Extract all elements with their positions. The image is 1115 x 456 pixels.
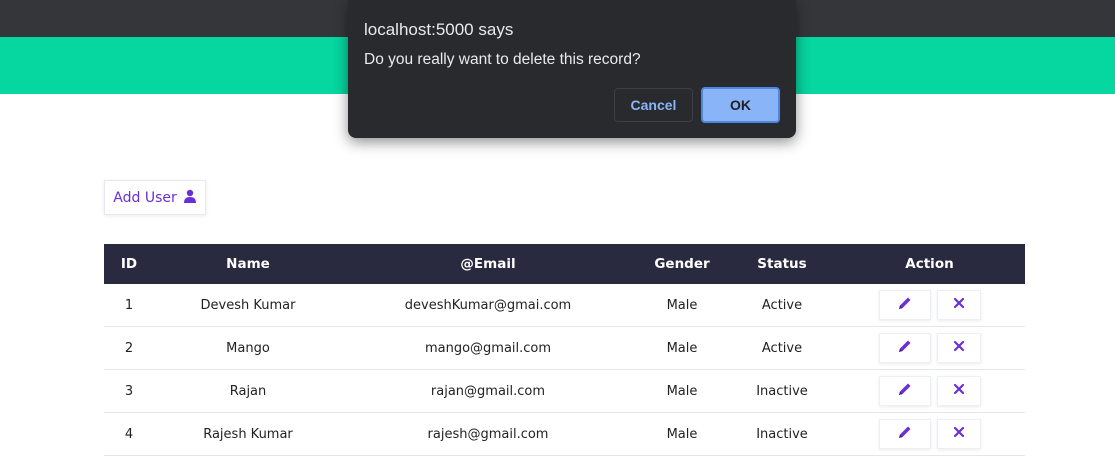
- column-header-name: Name: [226, 256, 270, 272]
- user-icon: [183, 189, 197, 207]
- users-table: ID Name @Email Gender Status Action 1 De…: [104, 244, 1025, 456]
- cell-status: Inactive: [730, 369, 834, 413]
- pencil-icon: [897, 338, 913, 358]
- cell-status: Active: [730, 284, 834, 327]
- cell-action: [834, 326, 1025, 370]
- cell-action: [834, 369, 1025, 413]
- cell-status: Inactive: [730, 412, 834, 456]
- cell-email: mango@gmail.com: [342, 326, 634, 370]
- cell-email: deveshKumar@gmai.com: [342, 284, 634, 327]
- table-header-row: ID Name @Email Gender Status Action: [104, 244, 1025, 284]
- cell-name: Devesh Kumar: [154, 284, 342, 327]
- cancel-button[interactable]: Cancel: [614, 88, 693, 122]
- close-icon: [951, 381, 967, 401]
- ok-button[interactable]: OK: [701, 87, 780, 123]
- table-row: 2 Mango mango@gmail.com Male Active: [104, 326, 1025, 370]
- cell-name: Rajan: [154, 369, 342, 413]
- add-user-label: Add User: [113, 189, 177, 206]
- edit-button[interactable]: [878, 290, 931, 320]
- cell-gender: Male: [634, 326, 730, 370]
- table-row: 4 Rajesh Kumar rajesh@gmail.com Male Ina…: [104, 412, 1025, 456]
- edit-button[interactable]: [878, 376, 931, 406]
- edit-button[interactable]: [878, 419, 931, 449]
- edit-button[interactable]: [878, 333, 931, 363]
- dialog-title: localhost:5000 says: [364, 20, 514, 39]
- column-header-action: Action: [905, 256, 954, 272]
- cell-action: [834, 412, 1025, 456]
- table-row: 3 Rajan rajan@gmail.com Male Inactive: [104, 369, 1025, 413]
- add-user-button[interactable]: Add User: [104, 180, 206, 215]
- delete-button[interactable]: [936, 376, 981, 406]
- cell-status: Active: [730, 326, 834, 370]
- cell-id: 3: [104, 369, 154, 413]
- cell-gender: Male: [634, 284, 730, 327]
- close-icon: [951, 424, 967, 444]
- cell-name: Mango: [154, 326, 342, 370]
- delete-button[interactable]: [936, 290, 981, 320]
- column-header-status: Status: [757, 256, 807, 272]
- column-header-email: @Email: [460, 256, 516, 272]
- confirm-dialog: localhost:5000 says Do you really want t…: [348, 0, 796, 138]
- cell-id: 1: [104, 284, 154, 327]
- cell-gender: Male: [634, 369, 730, 413]
- pencil-icon: [897, 295, 913, 315]
- close-icon: [951, 338, 967, 358]
- cell-name: Rajesh Kumar: [154, 412, 342, 456]
- cell-id: 4: [104, 412, 154, 456]
- delete-button[interactable]: [936, 333, 981, 363]
- dialog-message: Do you really want to delete this record…: [364, 51, 641, 68]
- table-row: 1 Devesh Kumar deveshKumar@gmai.com Male…: [104, 284, 1025, 327]
- delete-button[interactable]: [936, 419, 981, 449]
- close-icon: [951, 295, 967, 315]
- cell-action: [834, 284, 1025, 327]
- cell-id: 2: [104, 326, 154, 370]
- cell-email: rajan@gmail.com: [342, 369, 634, 413]
- pencil-icon: [897, 424, 913, 444]
- column-header-id: ID: [120, 256, 138, 272]
- pencil-icon: [897, 381, 913, 401]
- column-header-gender: Gender: [654, 256, 710, 272]
- cell-email: rajesh@gmail.com: [342, 412, 634, 456]
- cell-gender: Male: [634, 412, 730, 456]
